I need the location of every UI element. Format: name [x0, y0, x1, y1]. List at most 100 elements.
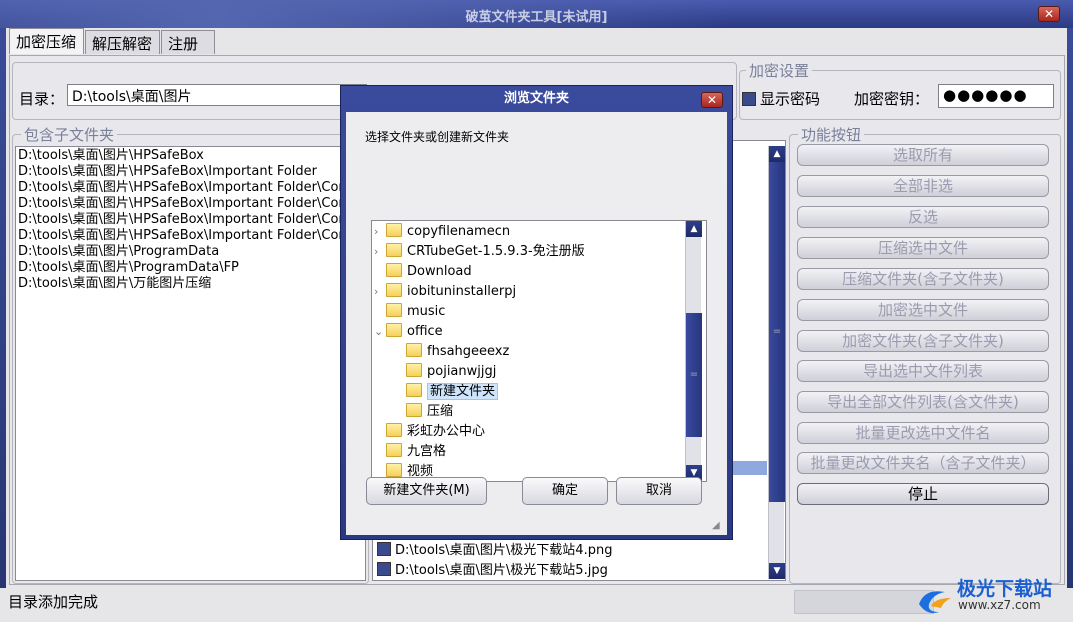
subfolders-title: 包含子文件夹	[21, 124, 118, 145]
tree-node[interactable]: pojianwjjgj	[406, 362, 496, 382]
tree-node[interactable]: Download	[374, 262, 472, 282]
compress-folder-button[interactable]: 压缩文件夹(含子文件夹)	[797, 268, 1049, 290]
rename-folders-button[interactable]: 批量更改文件夹名（含子文件夹）	[797, 452, 1049, 474]
select-all-button[interactable]: 选取所有	[797, 144, 1049, 166]
directory-label: 目录：	[19, 90, 65, 108]
tree-node[interactable]: 压缩	[406, 402, 453, 422]
tab-decompress-decrypt[interactable]: 解压解密	[85, 30, 160, 54]
subfolder-item[interactable]: D:\tools\桌面\图片\HPSafeBox\Important Folde…	[18, 164, 363, 180]
compress-selected-button[interactable]: 压缩选中文件	[797, 237, 1049, 259]
file-item-label: D:\tools\桌面\图片\极光下载站4.png	[395, 543, 613, 558]
invert-selection-button[interactable]: 反选	[797, 206, 1049, 228]
status-text: 目录添加完成	[8, 593, 99, 611]
ok-button[interactable]: 确定	[522, 477, 608, 505]
tree-node[interactable]: 新建文件夹	[406, 382, 499, 402]
checkbox-icon	[377, 562, 391, 576]
folder-icon	[386, 423, 402, 437]
tree-node[interactable]: 九宫格	[374, 442, 446, 462]
folder-icon	[386, 323, 402, 337]
subfolder-item[interactable]: D:\tools\桌面\图片\HPSafeBox\Important Folde…	[18, 196, 363, 212]
swirl-icon	[919, 591, 951, 613]
export-all-list-button[interactable]: 导出全部文件列表(含文件夹)	[797, 391, 1049, 413]
tab-encrypt-compress[interactable]: 加密压缩	[9, 28, 84, 54]
subfolder-item[interactable]: D:\tools\桌面\图片\HPSafeBox\Important Folde…	[18, 212, 363, 228]
folder-icon	[406, 383, 422, 397]
file-list-highlight	[727, 461, 767, 475]
title-bar: 破茧文件夹工具[未试用] ✕	[0, 0, 1073, 28]
tree-node[interactable]: music	[374, 302, 445, 322]
functions-group: 功能按钮	[789, 124, 1061, 584]
tree-node[interactable]: › iobituninstallerpj	[374, 282, 516, 302]
key-input[interactable]: ●●●●●●	[938, 84, 1054, 108]
scroll-thumb[interactable]: =	[769, 162, 785, 502]
checkbox-icon	[377, 542, 391, 556]
tree-node-label: music	[407, 304, 446, 319]
chevron-right-icon[interactable]: ›	[374, 222, 386, 242]
show-password-label: 显示密码	[760, 90, 821, 108]
encrypt-selected-button[interactable]: 加密选中文件	[797, 299, 1049, 321]
tree-node-label: fhsahgeeexz	[427, 344, 510, 359]
tree-node-label: 压缩	[427, 404, 454, 419]
chevron-right-icon[interactable]: ›	[374, 242, 386, 262]
subfolders-list[interactable]: D:\tools\桌面\图片\HPSafeBox D:\tools\桌面\图片\H…	[15, 146, 366, 581]
watermark-text: 极光下载站	[957, 578, 1053, 600]
export-selected-list-button[interactable]: 导出选中文件列表	[797, 360, 1049, 382]
tab-register[interactable]: 注册	[161, 30, 215, 54]
subfolder-item[interactable]: D:\tools\桌面\图片\ProgramData	[18, 244, 363, 260]
files-scrollbar[interactable]: ▲ = ▼	[768, 146, 785, 579]
tree-node-label: Download	[407, 264, 472, 279]
subfolder-item[interactable]: D:\tools\桌面\图片\万能图片压缩	[18, 276, 363, 292]
watermark-logo	[915, 584, 955, 618]
encrypt-folder-button[interactable]: 加密文件夹(含子文件夹)	[797, 330, 1049, 352]
tree-node[interactable]: › CRTubeGet-1.5.9.3-免注册版	[374, 242, 585, 262]
dialog-body: 选择文件夹或创建新文件夹 › copyfilenamecn › CRTubeGet-1…	[346, 112, 727, 535]
tree-scrollbar[interactable]: ▲ = ▼	[685, 221, 702, 481]
folder-icon	[406, 403, 422, 417]
deselect-all-button[interactable]: 全部非选	[797, 175, 1049, 197]
tree-node[interactable]: › copyfilenamecn	[374, 222, 510, 242]
subfolder-item[interactable]: D:\tools\桌面\图片\HPSafeBox	[18, 148, 363, 164]
tree-node-label: pojianwjjgj	[427, 364, 497, 379]
chevron-right-icon[interactable]: ›	[374, 282, 386, 302]
subfolder-item[interactable]: D:\tools\桌面\图片\HPSafeBox\Important Folde…	[18, 228, 363, 244]
folder-icon	[386, 443, 402, 457]
tree-node[interactable]: fhsahgeeexz	[406, 342, 509, 362]
key-label: 加密密钥：	[854, 90, 930, 108]
scroll-up-icon[interactable]: ▲	[769, 146, 785, 162]
tree-node-label: iobituninstallerpj	[407, 284, 517, 299]
tree-node-label: 彩虹办公中心	[407, 424, 486, 439]
checkbox-icon	[742, 92, 756, 106]
stop-button[interactable]: 停止	[797, 483, 1049, 505]
file-item-label: D:\tools\桌面\图片\极光下载站5.jpg	[395, 563, 608, 578]
dialog-title: 浏览文件夹	[503, 91, 569, 106]
folder-icon	[386, 463, 402, 477]
rename-files-button[interactable]: 批量更改选中文件名	[797, 422, 1049, 444]
browse-folder-dialog: 浏览文件夹 ✕ 选择文件夹或创建新文件夹 › copyfilenamecn › CRT…	[340, 85, 733, 540]
window-close-button[interactable]: ✕	[1038, 6, 1060, 22]
cancel-button[interactable]: 取消	[616, 477, 702, 505]
tree-node-label: copyfilenamecn	[407, 224, 511, 239]
tree-node[interactable]: 彩虹办公中心	[374, 422, 485, 442]
folder-icon	[386, 283, 402, 297]
functions-title: 功能按钮	[798, 124, 865, 145]
new-folder-button[interactable]: 新建文件夹(M)	[366, 477, 487, 505]
scroll-down-icon[interactable]: ▼	[769, 563, 785, 579]
show-password-checkbox[interactable]: 显示密码	[742, 88, 820, 109]
scroll-thumb[interactable]: =	[686, 313, 702, 437]
tree-node[interactable]: ⌄ office	[374, 322, 443, 342]
tree-node-label: 九宫格	[407, 444, 447, 459]
folder-icon	[386, 263, 402, 277]
encrypt-settings-title: 加密设置	[746, 60, 813, 81]
chevron-down-icon[interactable]: ⌄	[374, 322, 386, 342]
directory-input[interactable]: D:\tools\桌面\图片	[67, 84, 367, 106]
file-item[interactable]: D:\tools\桌面\图片\极光下载站5.jpg	[377, 562, 608, 579]
resize-grip-icon[interactable]: ◢	[712, 520, 720, 531]
file-item[interactable]: D:\tools\桌面\图片\极光下载站4.png	[377, 542, 612, 559]
folder-icon	[386, 243, 402, 257]
folder-tree[interactable]: › copyfilenamecn › CRTubeGet-1.5.9.3-免注册版 Do…	[371, 220, 707, 482]
subfolder-item[interactable]: D:\tools\桌面\图片\HPSafeBox\Important Folde…	[18, 180, 363, 196]
scroll-up-icon[interactable]: ▲	[686, 221, 702, 237]
subfolder-item[interactable]: D:\tools\桌面\图片\ProgramData\FP	[18, 260, 363, 276]
status-progress	[794, 590, 934, 614]
dialog-close-button[interactable]: ✕	[701, 92, 723, 108]
